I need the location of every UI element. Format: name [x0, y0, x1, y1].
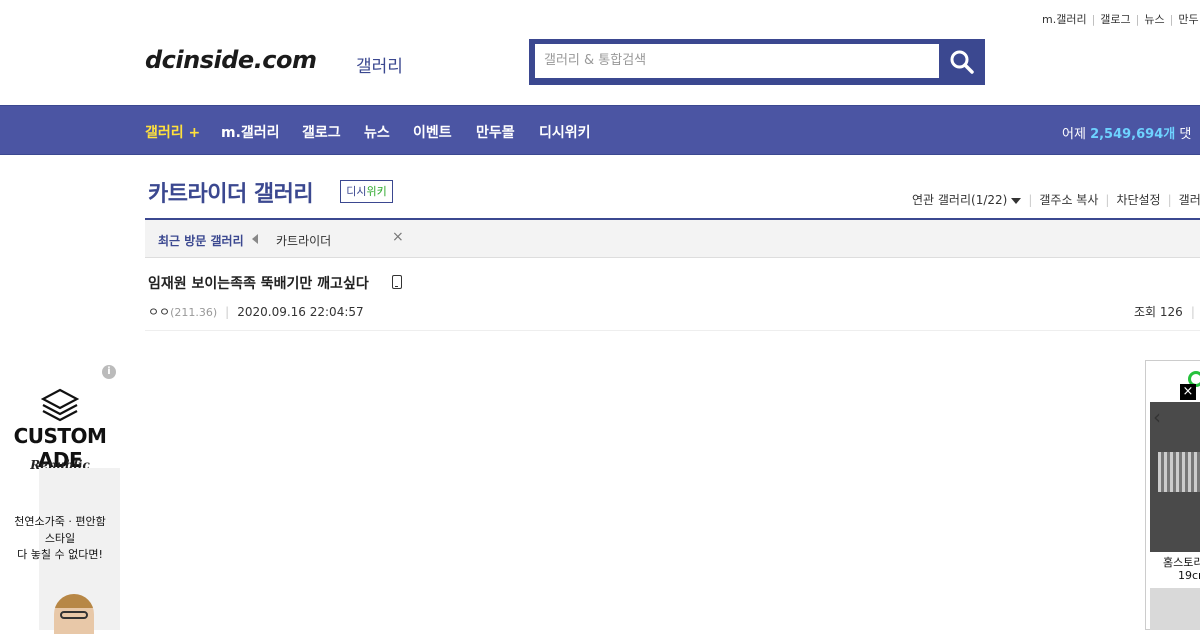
dcwiki-badge[interactable]: 디시위키 [340, 180, 393, 203]
ad-copy-line: 다 놓칠 수 없다면! [17, 548, 103, 561]
arrow-left-icon[interactable] [252, 234, 258, 244]
copy-gallery-url-button[interactable]: 갤주소 복사 [1039, 193, 1098, 207]
nav-item-gallery[interactable]: 갤러리 + [145, 122, 200, 142]
post-view-count: 조회 126 | [1134, 303, 1195, 320]
divider: | [1091, 13, 1096, 26]
nav-item-event[interactable]: 이벤트 [413, 122, 452, 142]
divider: | [225, 305, 230, 319]
close-icon[interactable]: × [392, 229, 404, 245]
stat-label: 어제 [1062, 127, 1086, 142]
ad-info-icon[interactable]: i [102, 365, 116, 379]
ad-copy-line: 천연소가죽 · 편안함 [14, 515, 106, 528]
gallery-info-button[interactable]: 갤러 [1179, 193, 1200, 207]
post-meta: ㅇㅇ(211.36) | 2020.09.16 22:04:57 [148, 303, 364, 320]
util-link-news[interactable]: 뉴스 [1144, 13, 1164, 26]
search-button[interactable] [939, 44, 985, 80]
caret-down-icon [1011, 197, 1022, 204]
wiki-prefix: 디시 [346, 185, 367, 198]
search-icon [950, 50, 974, 74]
mobile-icon [392, 275, 402, 289]
post-date: 2020.09.16 22:04:57 [237, 305, 364, 319]
stat-suffix: 댓 [1179, 127, 1192, 142]
post-count-stat: 어제 2,549,694개 댓 [1062, 123, 1191, 142]
ad-product-image[interactable] [1150, 588, 1200, 630]
stat-value: 2,549,694개 [1090, 127, 1176, 142]
recent-gallery-item[interactable]: 카트라이더 [276, 232, 331, 249]
search-input[interactable]: 갤러리 & 통합검색 [535, 44, 939, 78]
divider: | [1190, 305, 1195, 319]
divider: | [1105, 193, 1110, 207]
nav-item-news[interactable]: 뉴스 [364, 122, 390, 142]
ad-copy: 천연소가죽 · 편안함 스타일 다 놓칠 수 없다면! [0, 514, 120, 564]
gallery-title[interactable]: 카트라이더 갤러리 [148, 176, 314, 208]
divider: | [1167, 193, 1172, 207]
related-gallery-dropdown[interactable]: 연관 갤러리(1/22) [912, 193, 1022, 207]
divider: | [1028, 193, 1033, 207]
divider: | [1169, 13, 1174, 26]
recent-gallery-bar: 최근 방문 갤러리 카트라이더 × [145, 218, 1200, 258]
util-link-m-gallery[interactable]: m.갤러리 [1042, 13, 1087, 26]
util-link-gallog[interactable]: 갤로그 [1100, 13, 1130, 26]
ad-model-image [54, 594, 94, 634]
nav-item-dcwiki[interactable]: 디시위키 [539, 122, 591, 142]
util-link-mandu[interactable]: 만두 [1178, 13, 1198, 26]
util-links: m.갤러리 | 갤로그 | 뉴스 | 만두 [1042, 11, 1199, 27]
ad-copy-line: 스타일 [44, 531, 76, 545]
post-author[interactable]: ㅇㅇ [148, 305, 170, 319]
site-logo[interactable]: dcinside.com [145, 46, 317, 74]
block-settings-button[interactable]: 차단설정 [1116, 193, 1160, 207]
view-count-label: 조회 126 [1134, 305, 1183, 319]
chevron-left-icon[interactable]: ‹ [1153, 405, 1161, 429]
nav-item-gallog[interactable]: 갤로그 [302, 122, 341, 142]
recent-gallery-label[interactable]: 최근 방문 갤러리 [158, 232, 244, 249]
post-author-ip: (211.36) [170, 306, 218, 319]
search-box: 갤러리 & 통합검색 [529, 39, 985, 85]
post-title: 임재원 보이는족족 뚝배기만 깨고싶다 [148, 276, 369, 292]
post-divider [145, 330, 1200, 331]
ad-product-size: 19cm [1178, 569, 1200, 582]
nav-item-m-gallery[interactable]: m.갤러리 [221, 122, 280, 142]
ad-close-button[interactable]: × [1180, 384, 1196, 400]
nav-item-mandu-mall[interactable]: 만두몰 [476, 122, 515, 142]
logo-gallery-label[interactable]: 갤러리 [356, 52, 403, 77]
main-nav: 갤러리 + m.갤러리 갤로그 뉴스 이벤트 만두몰 디시위키 어제 2,549… [0, 105, 1200, 155]
gallery-tools: 연관 갤러리(1/22) | 갤주소 복사 | 차단설정 | 갤러 [912, 191, 1200, 208]
divider: | [1135, 13, 1140, 26]
ad-product-name: 홈스토리 [1163, 556, 1200, 569]
wiki-suffix: 위키 [366, 185, 387, 198]
related-gallery-label: 연관 갤러리(1/22) [912, 193, 1008, 207]
brand-logo-icon [41, 388, 79, 422]
